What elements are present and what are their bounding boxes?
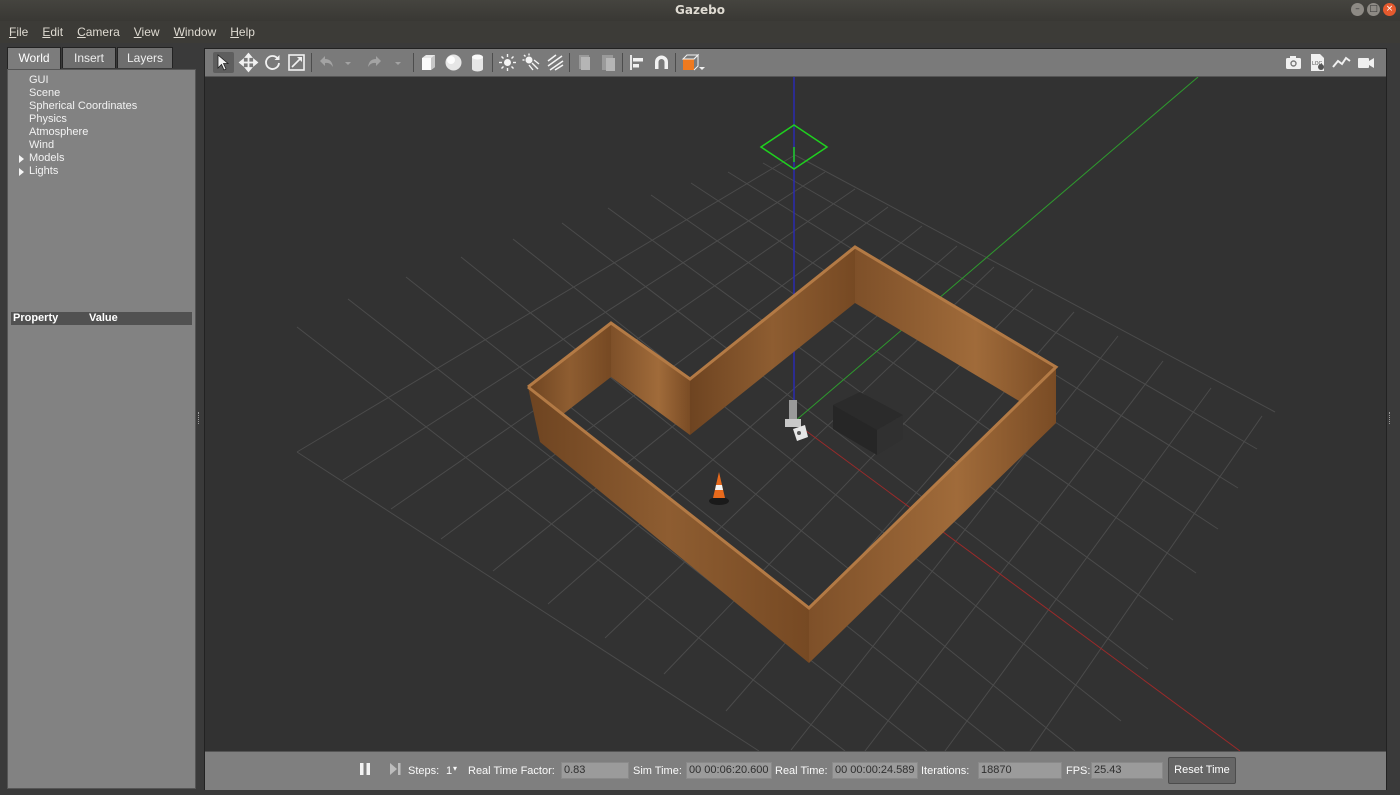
redo-history-icon[interactable]	[392, 52, 404, 73]
screenshot-camera-icon[interactable]	[1283, 52, 1304, 73]
point-light-icon[interactable]	[497, 52, 518, 73]
menu-view[interactable]: View	[134, 25, 160, 39]
reset-time-button[interactable]: Reset Time	[1168, 757, 1236, 784]
fps-field: 25.43	[1091, 762, 1163, 779]
close-icon[interactable]: ×	[1383, 3, 1396, 16]
title-bar: Gazebo – □ ×	[0, 0, 1400, 22]
tree-item-label: Wind	[29, 139, 55, 151]
menu-help[interactable]: Help	[230, 25, 255, 39]
window-title: Gazebo	[675, 3, 725, 17]
panel-tabs: World Insert Layers	[7, 47, 174, 70]
left-splitter-handle[interactable]	[198, 412, 202, 424]
wall-model	[527, 245, 1059, 663]
real-time-factor-label: Real Time Factor:	[468, 765, 555, 777]
pause-icon[interactable]	[357, 761, 373, 777]
iterations-label: Iterations:	[921, 765, 970, 777]
3d-scene-view[interactable]	[205, 77, 1386, 751]
tree-item-wind[interactable]: Wind	[8, 139, 195, 152]
main-toolbar: LOG	[205, 49, 1386, 77]
cylinder-shape-icon[interactable]	[467, 52, 488, 73]
log-icon[interactable]: LOG	[1307, 52, 1328, 73]
minimize-icon[interactable]: –	[1351, 3, 1364, 16]
tree-item-lights[interactable]: Lights	[8, 165, 195, 178]
rotate-mode-icon[interactable]	[262, 52, 283, 73]
steps-spinbox[interactable]: 1	[446, 765, 452, 777]
tree-item-label: Atmosphere	[29, 126, 89, 138]
iterations-field: 18870	[978, 762, 1062, 779]
undo-icon[interactable]	[316, 52, 337, 73]
tree-item-label: Scene	[29, 87, 61, 99]
tab-insert[interactable]: Insert	[62, 47, 116, 68]
value-column-header[interactable]: Value	[89, 312, 118, 325]
tree-item-models[interactable]: Models	[8, 152, 195, 165]
menu-bar: File Edit Camera View Window Help	[0, 21, 1400, 43]
tree-item-gui[interactable]: GUI	[8, 74, 195, 87]
expand-arrow-icon[interactable]	[19, 155, 24, 163]
tree-item-label: Spherical Coordinates	[29, 100, 138, 112]
expand-arrow-icon[interactable]	[19, 168, 24, 176]
render-view-frame: LOG Steps: 1 ▾ Real Time Factor: 0.83 Si…	[204, 48, 1387, 790]
menu-camera[interactable]: Camera	[77, 25, 120, 39]
undo-history-icon[interactable]	[342, 52, 354, 73]
tree-item-label: GUI	[29, 74, 49, 86]
tree-item-label: Physics	[29, 113, 67, 125]
world-tree-panel: GUI Scene Spherical Coordinates Physics …	[7, 69, 196, 789]
step-forward-icon[interactable]	[387, 761, 403, 777]
steps-label: Steps:	[408, 765, 440, 777]
real-time-label: Real Time:	[775, 765, 828, 777]
align-icon[interactable]	[627, 52, 648, 73]
right-splitter-handle[interactable]	[1389, 412, 1393, 424]
box-model	[833, 392, 903, 455]
sim-time-field: 00 00:06:20.600	[686, 762, 772, 779]
plot-icon[interactable]	[1331, 52, 1352, 73]
select-mode-icon[interactable]	[213, 52, 234, 73]
redo-icon[interactable]	[364, 52, 385, 73]
tree-item-atmosphere[interactable]: Atmosphere	[8, 126, 195, 139]
sphere-shape-icon[interactable]	[443, 52, 464, 73]
tab-layers[interactable]: Layers	[117, 47, 173, 68]
tree-item-label: Models	[29, 152, 65, 164]
menu-edit[interactable]: Edit	[42, 25, 63, 39]
spot-light-icon[interactable]	[521, 52, 542, 73]
status-bar: Steps: 1 ▾ Real Time Factor: 0.83 Sim Ti…	[205, 751, 1386, 790]
fps-label: FPS:	[1066, 765, 1091, 777]
tab-world[interactable]: World	[7, 47, 61, 70]
left-panel: World Insert Layers GUI Scene Spherical …	[7, 47, 196, 789]
sim-time-label: Sim Time:	[633, 765, 682, 777]
property-table-header: Property Value	[11, 312, 192, 325]
world-tree: GUI Scene Spherical Coordinates Physics …	[8, 74, 195, 178]
change-view-icon[interactable]	[680, 52, 707, 73]
scale-mode-icon[interactable]	[286, 52, 307, 73]
menu-window[interactable]: Window	[174, 25, 217, 39]
paste-icon[interactable]	[598, 52, 619, 73]
box-shape-icon[interactable]	[418, 52, 439, 73]
maximize-icon[interactable]: □	[1367, 3, 1380, 16]
video-record-icon[interactable]	[1355, 52, 1376, 73]
construction-cone-model	[709, 472, 729, 505]
directional-light-icon[interactable]	[545, 52, 566, 73]
translate-mode-icon[interactable]	[238, 52, 259, 73]
copy-icon[interactable]	[574, 52, 595, 73]
property-column-header[interactable]: Property	[13, 312, 58, 325]
tree-item-scene[interactable]: Scene	[8, 87, 195, 100]
tree-item-label: Lights	[29, 165, 59, 177]
real-time-field: 00 00:00:24.589	[832, 762, 918, 779]
steps-dropdown-icon[interactable]: ▾	[453, 764, 457, 773]
menu-file[interactable]: File	[9, 25, 28, 39]
snap-magnet-icon[interactable]	[651, 52, 672, 73]
ground-grid	[296, 154, 1276, 751]
tree-item-spherical-coordinates[interactable]: Spherical Coordinates	[8, 100, 195, 113]
real-time-factor-field: 0.83	[561, 762, 629, 779]
robot-model	[785, 400, 808, 441]
tree-item-physics[interactable]: Physics	[8, 113, 195, 126]
